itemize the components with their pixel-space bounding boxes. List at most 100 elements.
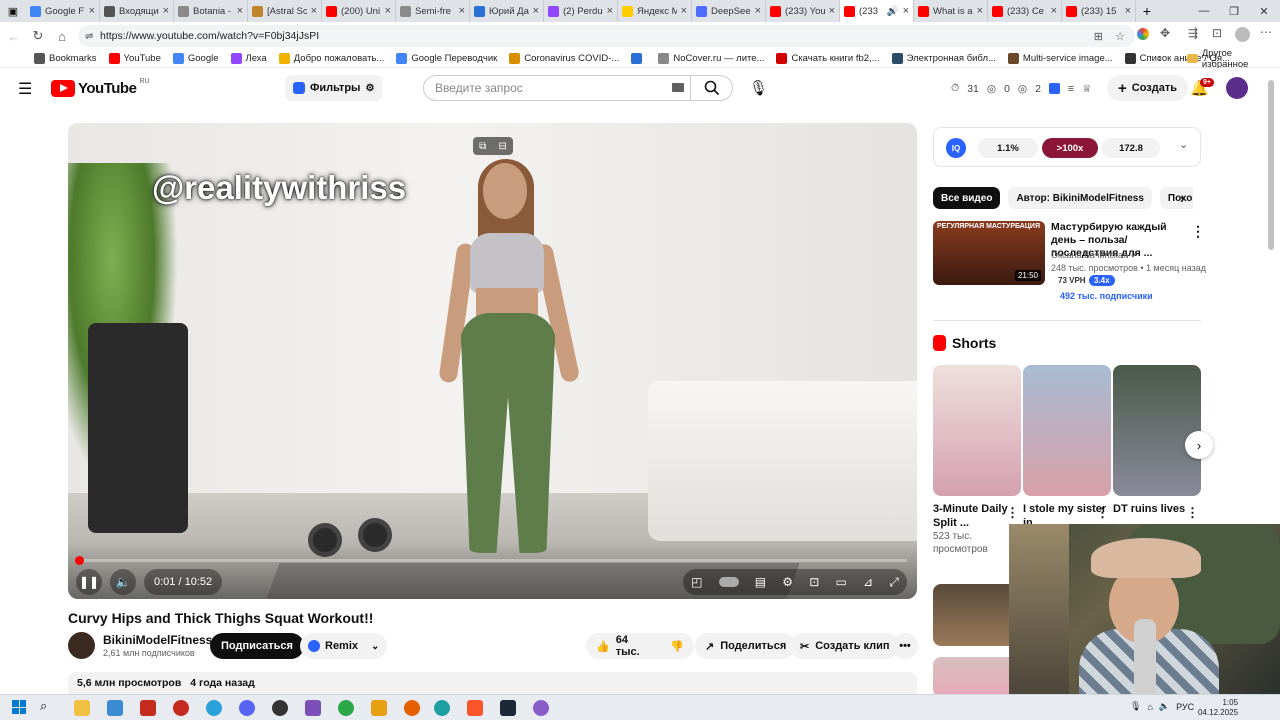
discord-icon[interactable]: [239, 700, 255, 716]
search-box[interactable]: Введите запрос: [423, 75, 733, 101]
menu-dots-icon[interactable]: ⋯: [1260, 25, 1272, 39]
iq-logo-icon[interactable]: IQ: [946, 138, 966, 158]
back-icon[interactable]: ←: [2, 29, 26, 44]
tab-close-icon[interactable]: ×: [459, 5, 465, 17]
browser-tab[interactable]: (2) Perdu ×: [544, 0, 618, 22]
browser-tab[interactable]: (233 🔊 ×: [840, 0, 914, 22]
like-icon[interactable]: 👍: [596, 640, 610, 653]
iq-player-icon[interactable]: ◰: [691, 575, 702, 589]
short-menu-icon[interactable]: ⋮: [1186, 505, 1199, 521]
browser-tab[interactable]: Google F ×: [26, 0, 100, 22]
tab-audio-icon[interactable]: 🔊: [887, 6, 899, 17]
microphone-icon[interactable]: 🎙: [749, 79, 768, 97]
tab-close-icon[interactable]: ×: [755, 5, 761, 17]
bookmark-item[interactable]: Coronavirus COVID-...: [503, 53, 625, 64]
trophy-icon[interactable]: ♕: [1082, 83, 1091, 95]
browser-tab[interactable]: Юрий Да ×: [470, 0, 544, 22]
bookmark-item[interactable]: Добро пожаловать...: [273, 53, 391, 64]
iq-small-icon[interactable]: [1048, 83, 1060, 94]
app-icon[interactable]: [533, 700, 549, 716]
bookmark-item[interactable]: NoCover.ru — лите...: [652, 53, 770, 64]
keyboard-icon[interactable]: [672, 83, 684, 92]
chip-similar[interactable]: Похо: [1159, 187, 1193, 209]
app-icon[interactable]: [371, 700, 387, 716]
chevron-down-icon[interactable]: ⌄: [371, 641, 379, 652]
clock[interactable]: 1:05 04.12.2025: [1198, 698, 1238, 718]
start-icon[interactable]: [12, 700, 26, 714]
tab-close-icon[interactable]: ×: [1125, 5, 1131, 17]
browser-tab[interactable]: Botania - ×: [174, 0, 248, 22]
progress-knob[interactable]: [75, 556, 85, 565]
tab-close-icon[interactable]: ×: [903, 5, 909, 17]
pause-button[interactable]: ❚❚: [76, 569, 102, 595]
short-thumbnail[interactable]: [1113, 365, 1201, 496]
settings-gear-icon[interactable]: ⚙: [782, 575, 793, 589]
share-button[interactable]: ↗ Поделиться: [695, 633, 797, 659]
short-thumbnail[interactable]: [933, 584, 1021, 646]
app-install-icon[interactable]: ⊞: [1094, 30, 1103, 43]
app-icon[interactable]: [140, 700, 156, 716]
hamburger-menu-icon[interactable]: ☰: [18, 79, 32, 99]
pip-icon[interactable]: ⧉: [479, 141, 486, 152]
browser-tab[interactable]: (233) You ×: [766, 0, 840, 22]
channel-name[interactable]: BikiniModelFitness: [103, 633, 212, 647]
miniplayer-icon[interactable]: ⊡: [809, 575, 819, 589]
browser-tab[interactable]: (200) Uni ×: [322, 0, 396, 22]
volume-button[interactable]: 🔈: [110, 569, 136, 595]
subtitles-icon[interactable]: ▤: [755, 575, 766, 589]
short-menu-icon[interactable]: ⋮: [1096, 505, 1109, 521]
bookmark-item[interactable]: Google: [167, 53, 225, 64]
browser-tab[interactable]: What is a ×: [914, 0, 988, 22]
reload-icon[interactable]: ↻: [26, 28, 50, 44]
like-count[interactable]: 64 тыс.: [616, 634, 651, 658]
minimize-button[interactable]: —: [1188, 0, 1220, 22]
other-bookmarks[interactable]: Другое избранное: [1187, 48, 1280, 70]
recommended-channel[interactable]: Оксана Бачинская ✔: [1051, 250, 1138, 261]
browser-tab[interactable]: (233) Се ×: [988, 0, 1062, 22]
browser-tab[interactable]: Входящи ×: [100, 0, 174, 22]
puzzle-icon[interactable]: ✥: [1160, 26, 1170, 40]
create-button[interactable]: + Создать: [1107, 75, 1189, 101]
tab-close-icon[interactable]: ×: [237, 5, 243, 17]
account-avatar[interactable]: [1226, 77, 1248, 99]
queue-icon[interactable]: ≡: [1068, 83, 1074, 95]
short-card[interactable]: 3-Minute Daily Split ... 523 тыс. просмо…: [933, 365, 1021, 556]
search-taskbar-icon[interactable]: ⌕: [40, 698, 47, 714]
language-indicator[interactable]: РУС: [1176, 702, 1194, 712]
search-input[interactable]: Введите запрос: [435, 81, 523, 95]
bookmark-item[interactable]: Леха: [225, 53, 273, 64]
fullscreen-icon[interactable]: ⤢: [889, 575, 899, 590]
tab-close-icon[interactable]: ×: [163, 5, 169, 17]
player-extension-tools[interactable]: ⧉ ⊟: [473, 137, 513, 155]
browser-tab[interactable]: [Astral Sc ×: [248, 0, 322, 22]
tab-close-icon[interactable]: ×: [1051, 5, 1057, 17]
search-button[interactable]: [690, 76, 732, 100]
app-icon[interactable]: [107, 700, 123, 716]
bookmark-item[interactable]: Bookmarks: [28, 53, 103, 64]
chip-author[interactable]: Автор: BikiniModelFitness: [1008, 187, 1152, 209]
shorts-next-icon[interactable]: ›: [1185, 431, 1213, 459]
more-actions-button[interactable]: •••: [892, 633, 918, 659]
bookmark-item[interactable]: Электронная библ...: [886, 53, 1002, 64]
site-info-icon[interactable]: ⇌: [85, 31, 93, 42]
cast-icon[interactable]: ⊿: [863, 575, 873, 589]
bookmark-item[interactable]: Google Переводчик: [390, 53, 503, 64]
short-thumbnail[interactable]: [1023, 365, 1111, 496]
recommended-video[interactable]: РЕГУЛЯРНАЯ МАСТУРБАЦИЯ 21:50 Мастурбирую…: [933, 221, 1206, 311]
progress-bar[interactable]: [75, 556, 907, 565]
steam-icon[interactable]: [500, 700, 516, 716]
expand-chevron-icon[interactable]: ⌄: [1179, 138, 1188, 151]
extension-icon[interactable]: [1137, 28, 1149, 40]
browser-tab[interactable]: (233) 15 ×: [1062, 0, 1136, 22]
autoplay-toggle[interactable]: [718, 577, 739, 587]
network-icon[interactable]: ⌂: [1147, 702, 1152, 712]
telegram-icon[interactable]: [206, 700, 222, 716]
favorite-star-icon[interactable]: ☆: [1115, 30, 1125, 43]
theater-mode-icon[interactable]: ▭: [835, 575, 846, 589]
recommended-thumbnail[interactable]: РЕГУЛЯРНАЯ МАСТУРБАЦИЯ 21:50: [933, 221, 1045, 285]
remix-button[interactable]: Remix ⌄: [300, 633, 388, 659]
close-window-button[interactable]: ✕: [1248, 0, 1280, 22]
volume-tray-icon[interactable]: 🔈: [1159, 701, 1170, 712]
short-thumbnail[interactable]: [933, 365, 1021, 496]
bookmark-item[interactable]: Скачать книги fb2,...: [770, 53, 885, 64]
